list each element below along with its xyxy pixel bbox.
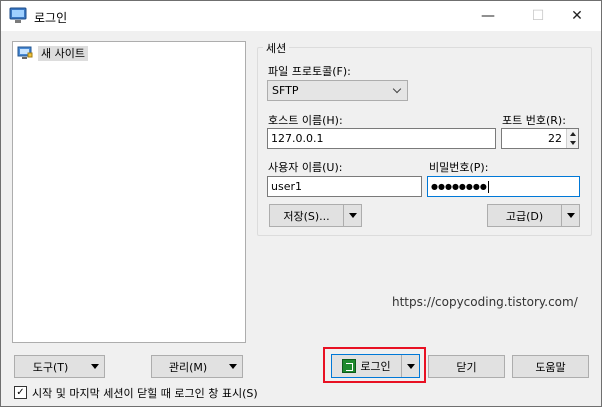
spin-down-icon[interactable] [570, 141, 576, 145]
close-button[interactable]: 닫기 [428, 355, 505, 378]
save-button[interactable]: 저장(S)... [269, 204, 362, 227]
caret-down-icon [566, 213, 575, 218]
close-button-label: 닫기 [456, 360, 477, 374]
text-cursor [487, 180, 489, 193]
spin-up-icon[interactable] [570, 132, 576, 136]
port-input[interactable]: 22 [501, 128, 579, 149]
login-icon [342, 359, 357, 373]
advanced-button[interactable]: 고급(D) [487, 204, 580, 227]
caret-down-icon [348, 213, 357, 218]
login-dropdown-arrow[interactable] [401, 355, 419, 377]
host-value: 127.0.0.1 [271, 132, 324, 145]
manage-button[interactable]: 관리(M) [151, 355, 243, 378]
tools-dropdown-arrow[interactable] [86, 356, 104, 377]
help-button[interactable]: 도움말 [512, 355, 589, 378]
title-bar: 로그인 — ☐ ✕ [1, 1, 601, 31]
caret-down-icon [406, 363, 415, 369]
port-label: 포트 번호(R): [502, 114, 566, 127]
chevron-down-icon [392, 84, 402, 94]
save-button-label: 저장(S)... [283, 209, 330, 223]
port-value: 22 [548, 132, 562, 145]
login-button-content: 로그인 [332, 358, 401, 374]
caret-down-icon [91, 364, 99, 369]
minimize-button[interactable]: — [465, 1, 511, 31]
password-label: 비밀번호(P): [429, 161, 489, 174]
username-input[interactable]: user1 [267, 176, 422, 197]
manage-dropdown-arrow[interactable] [224, 356, 242, 377]
protocol-select[interactable]: SFTP [267, 80, 408, 101]
login-button[interactable]: 로그인 [331, 354, 420, 378]
login-button-label: 로그인 [360, 360, 391, 373]
tools-button[interactable]: 도구(T) [14, 355, 105, 378]
tree-item-new-site[interactable]: 새 사이트 [17, 45, 88, 61]
login-dialog: 로그인 — ☐ ✕ 새 사이트 세션 파일 프로토콜(F): SFTP 호스트 … [0, 0, 602, 407]
tree-item-label: 새 사이트 [38, 45, 88, 61]
username-value: user1 [271, 180, 302, 193]
port-spinner[interactable] [566, 129, 578, 148]
startup-checkbox-label[interactable]: 시작 및 마지막 세션이 닫힐 때 로그인 창 표시(S) [32, 385, 258, 401]
help-button-label: 도움말 [535, 360, 566, 374]
close-window-button[interactable]: ✕ [554, 1, 600, 31]
manage-button-label: 관리(M) [168, 360, 208, 374]
save-dropdown-arrow[interactable] [343, 205, 361, 226]
protocol-value: SFTP [272, 84, 299, 97]
session-group-title: 세션 [263, 40, 290, 56]
winscp-app-icon [9, 7, 27, 23]
host-label: 호스트 이름(H): [268, 114, 343, 127]
startup-checkbox[interactable]: ✓ [14, 386, 27, 399]
advanced-button-label: 고급(D) [505, 209, 544, 223]
password-input[interactable]: ●●●●●●●● [427, 176, 580, 197]
username-label: 사용자 이름(U): [268, 161, 343, 174]
computer-site-icon [17, 46, 33, 59]
caret-down-icon [229, 364, 237, 369]
watermark-url: https://copycoding.tistory.com/ [392, 295, 578, 309]
host-input[interactable]: 127.0.0.1 [267, 128, 496, 149]
tools-button-label: 도구(T) [32, 360, 69, 374]
window-title: 로그인 [34, 11, 68, 25]
advanced-dropdown-arrow[interactable] [561, 205, 579, 226]
site-tree[interactable]: 새 사이트 [12, 41, 246, 343]
password-value: ●●●●●●●● [431, 182, 487, 191]
checkmark-icon: ✓ [16, 387, 25, 398]
protocol-label: 파일 프로토콜(F): [268, 65, 351, 78]
